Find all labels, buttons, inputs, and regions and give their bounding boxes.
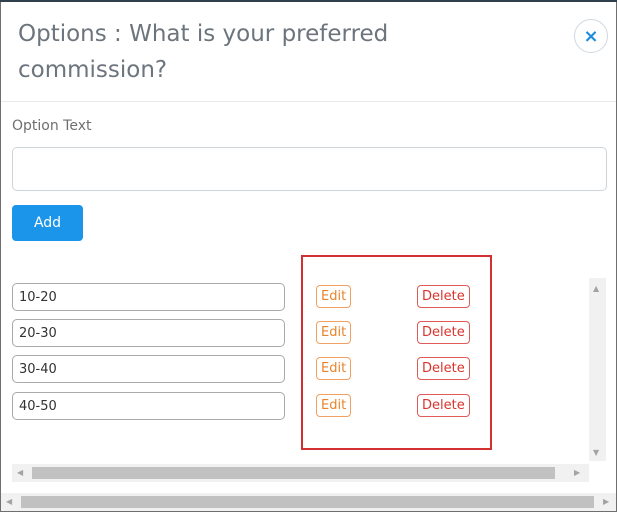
delete-button[interactable]: Delete <box>417 357 470 380</box>
edit-button[interactable]: Edit <box>316 357 352 380</box>
add-button[interactable]: Add <box>12 205 83 241</box>
arrow-left-icon[interactable]: ◀ <box>6 497 12 507</box>
list-item: Edit Delete <box>12 283 582 311</box>
modal-title: Options : What is your preferred commiss… <box>18 21 389 83</box>
list-vertical-scrollbar[interactable]: ▲ ▼ <box>589 278 606 461</box>
list-horizontal-scrollbar[interactable]: ◀ ▶ <box>12 464 589 482</box>
edit-button[interactable]: Edit <box>316 321 352 344</box>
list-scroll-thumb[interactable] <box>32 467 555 479</box>
edit-button[interactable]: Edit <box>316 394 352 417</box>
option-value-input[interactable] <box>12 355 285 383</box>
arrow-right-icon[interactable]: ▶ <box>603 497 609 507</box>
options-modal: Options : What is your preferred commiss… <box>0 2 617 512</box>
close-icon: × <box>583 25 599 47</box>
modal-horizontal-scrollbar[interactable]: ◀ ▶ <box>1 493 616 511</box>
delete-button[interactable]: Delete <box>417 321 470 344</box>
arrow-right-icon[interactable]: ▶ <box>574 468 580 478</box>
option-value-input[interactable] <box>12 319 285 347</box>
close-button[interactable]: × <box>574 19 608 53</box>
option-value-input[interactable] <box>12 283 285 311</box>
arrow-up-icon[interactable]: ▲ <box>593 284 599 294</box>
option-value-input[interactable] <box>12 392 285 420</box>
list-item: Edit Delete <box>12 392 582 420</box>
arrow-down-icon[interactable]: ▼ <box>593 448 599 458</box>
list-item: Edit Delete <box>12 355 582 383</box>
option-text-label: Option Text <box>12 118 92 134</box>
list-item: Edit Delete <box>12 319 582 347</box>
modal-scroll-thumb[interactable] <box>21 496 594 508</box>
delete-button[interactable]: Delete <box>417 285 470 308</box>
options-list: Edit Delete Edit Delete Edit Delete Edit… <box>12 275 606 461</box>
delete-button[interactable]: Delete <box>417 394 470 417</box>
arrow-left-icon[interactable]: ◀ <box>17 468 23 478</box>
edit-button[interactable]: Edit <box>316 285 352 308</box>
option-text-input[interactable] <box>12 147 607 191</box>
header-divider <box>1 101 616 102</box>
